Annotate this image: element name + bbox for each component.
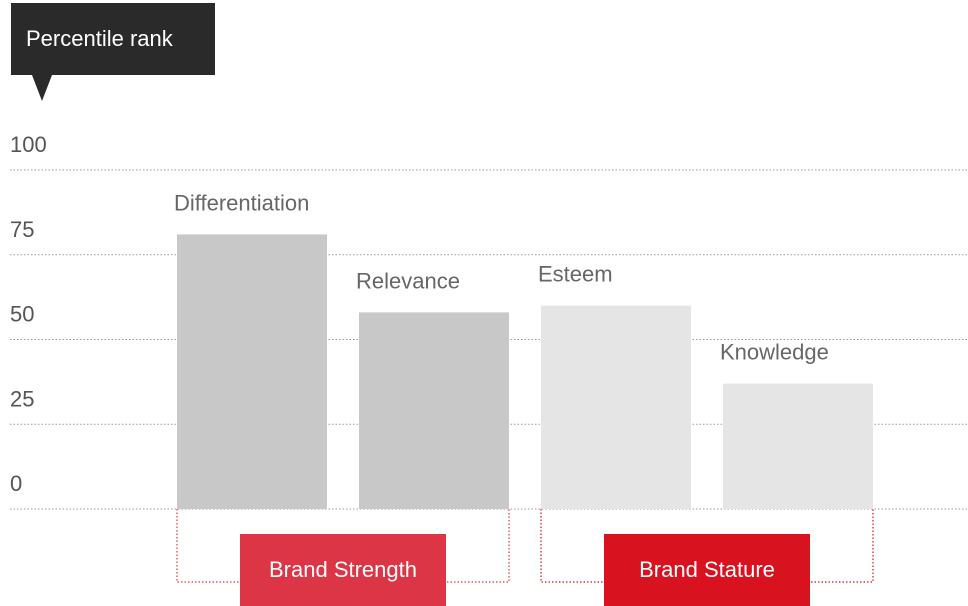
y-tick-label: 100 [10,132,47,157]
bar-esteem [541,305,691,509]
y-tick-label: 50 [10,302,34,327]
bar-knowledge [723,383,873,509]
y-tick-label: 75 [10,217,34,242]
y-tick-label: 0 [10,471,22,496]
bar-label-esteem: Esteem [538,262,613,287]
bar-relevance [359,312,509,509]
bar-label-knowledge: Knowledge [720,340,829,365]
bar-label-relevance: Relevance [356,268,460,293]
group-label-brand-stature: Brand Stature [604,534,810,606]
bar-chart: 0 25 50 75 100 Differentiation Relevance Estee… [10,132,968,583]
bar-label-differentiation: Differentiation [174,190,309,215]
bar-differentiation [177,234,327,509]
group-label-brand-strength: Brand Strength [240,534,446,606]
y-tick-label: 25 [10,386,34,411]
